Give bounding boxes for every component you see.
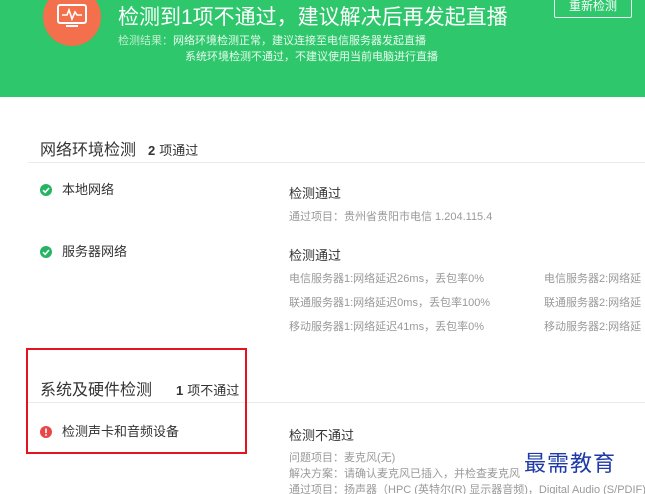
result-line-2: 系统环境检测不通过，不建议使用当前电脑进行直播 xyxy=(185,51,438,63)
check-item-label: 本地网络 xyxy=(62,182,115,197)
watermark: 最需教育 xyxy=(524,452,617,477)
result-line-1: 网络环境检测正常，建议连接至电信服务器发起直播 xyxy=(173,35,426,47)
check-item-local-network: 本地网络 xyxy=(40,179,114,198)
result-banner: 检测到1项不通过，建议解决后再发起直播 检测结果：网络环境检测正常，建议连接至电… xyxy=(0,0,645,97)
passed-detail: 通过项目：扬声器（HPC (英特尔(R) 显示器音频)，Digital Audi… xyxy=(289,484,645,494)
server-detail: 电信服务器2:网络延 xyxy=(544,273,642,285)
network-count-suffix: 项通过 xyxy=(159,143,199,158)
server-detail: 联通服务器1:网络延迟0ms，丢包率100% xyxy=(289,297,491,309)
divider xyxy=(28,162,645,163)
highlight-box xyxy=(26,348,247,454)
banner-title: 检测到1项不通过，建议解决后再发起直播 xyxy=(118,6,508,29)
check-circle-icon xyxy=(40,246,52,258)
monitor-icon xyxy=(43,0,101,46)
network-section-title: 网络环境检测 2 项通过 xyxy=(40,136,198,160)
check-result: 检测通过 xyxy=(289,186,342,201)
server-detail: 联通服务器2:网络延 xyxy=(544,297,642,309)
solution-detail: 解决方案：请确认麦克风已插入，并检查麦克风 xyxy=(289,468,520,480)
network-section-count: 2 项通过 xyxy=(148,143,198,158)
network-count-number: 2 xyxy=(148,143,156,158)
check-result: 检测不通过 xyxy=(289,428,355,443)
check-item-server-network: 服务器网络 xyxy=(40,241,127,260)
server-detail: 移动服务器1:网络延迟41ms，丢包率0% xyxy=(289,321,484,333)
banner-result-text: 检测结果：网络环境检测正常，建议连接至电信服务器发起直播 系统环境检测不通过，不… xyxy=(118,33,438,65)
recheck-button[interactable]: 重新检测 xyxy=(554,0,632,18)
check-item-label: 服务器网络 xyxy=(62,244,128,259)
server-detail: 移动服务器2:网络延 xyxy=(544,321,642,333)
check-result: 检测通过 xyxy=(289,248,342,263)
server-detail: 电信服务器1:网络延迟26ms，丢包率0% xyxy=(289,273,484,285)
problem-detail: 问题项目：麦克风(无) xyxy=(289,452,396,464)
check-circle-icon xyxy=(40,184,52,196)
result-label: 检测结果： xyxy=(118,35,173,47)
check-detail: 通过项目：贵州省贵阳市电信 1.204.115.4 xyxy=(289,211,493,223)
network-section-label: 网络环境检测 xyxy=(40,142,137,159)
